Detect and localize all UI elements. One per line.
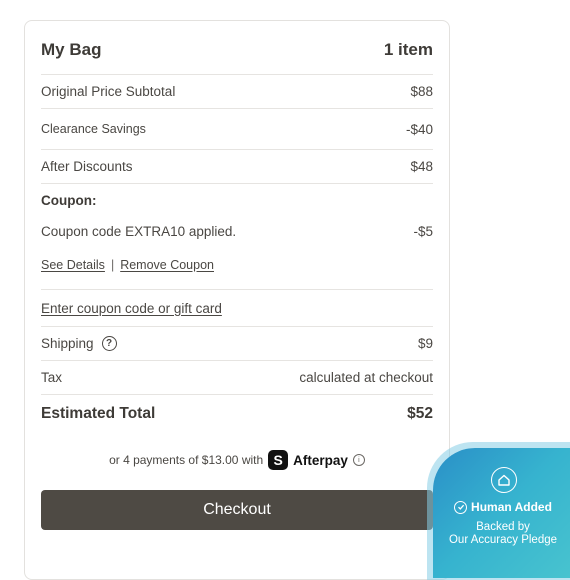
coupon-section: Coupon: Coupon code EXTRA10 applied. -$5…: [41, 184, 433, 290]
accuracy-pledge-badge[interactable]: Human Added Backed by Our Accuracy Pledg…: [433, 448, 570, 578]
enter-coupon-link[interactable]: Enter coupon code or gift card: [41, 301, 222, 316]
info-circle-icon[interactable]: i: [352, 454, 365, 466]
coupon-links-separator: |: [110, 258, 115, 272]
question-circle-icon[interactable]: ?: [101, 336, 117, 352]
afterpay-logo-icon: S: [268, 450, 289, 470]
original-price-row: Original Price Subtotal $88: [41, 75, 433, 109]
afterpay-brand: Afterpay: [293, 452, 348, 468]
tax-label: Tax: [41, 370, 63, 385]
enter-coupon-row: Enter coupon code or gift card: [41, 290, 433, 327]
after-discounts-label: After Discounts: [41, 159, 133, 174]
badge-title: Human Added: [471, 500, 552, 514]
badge-line-1: Backed by: [476, 521, 530, 533]
coupon-applied-value: -$5: [413, 223, 433, 239]
estimated-total-value: $52: [407, 404, 433, 422]
estimated-total-row: Estimated Total $52: [41, 395, 433, 432]
remove-coupon-link[interactable]: Remove Coupon: [120, 258, 214, 272]
after-discounts-value: $48: [410, 159, 433, 174]
afterpay-message: or 4 payments of $13.00 with S Afterpay …: [41, 449, 433, 471]
shipping-row: Shipping? $9: [41, 327, 433, 361]
original-price-label: Original Price Subtotal: [41, 84, 176, 99]
tax-row: Tax calculated at checkout: [41, 361, 433, 395]
home-icon: [491, 467, 517, 493]
bag-summary-content: My Bag 1 item Original Price Subtotal $8…: [41, 21, 433, 530]
clearance-savings-row: Clearance Savings -$40: [41, 109, 433, 150]
coupon-links: See Details | Remove Coupon: [41, 258, 433, 276]
original-price-value: $88: [410, 84, 433, 99]
tax-value: calculated at checkout: [299, 370, 433, 385]
estimated-total-label: Estimated Total: [41, 404, 156, 422]
clearance-savings-value: -$40: [405, 121, 433, 137]
bag-summary-card: My Bag 1 item Original Price Subtotal $8…: [24, 20, 450, 580]
shipping-label: Shipping: [41, 335, 94, 351]
bag-item-count: 1 item: [383, 39, 433, 59]
see-details-link[interactable]: See Details: [41, 258, 105, 272]
coupon-title: Coupon:: [41, 193, 97, 208]
shipping-value: $9: [417, 336, 433, 351]
after-discounts-row: After Discounts $48: [41, 150, 433, 184]
badge-line-2: Our Accuracy Pledge: [448, 534, 558, 546]
coupon-applied-text: Coupon code EXTRA10 applied.: [41, 223, 237, 239]
badge-title-row: Human Added: [433, 500, 570, 514]
afterpay-text: or 4 payments of $13.00 with: [109, 453, 264, 467]
bag-header: My Bag 1 item: [41, 21, 433, 75]
coupon-applied-row: Coupon code EXTRA10 applied. -$5: [41, 221, 433, 241]
checkout-button[interactable]: Checkout: [41, 490, 433, 530]
shipping-label-group: Shipping?: [41, 336, 117, 352]
clearance-savings-label: Clearance Savings: [41, 122, 146, 136]
check-circle-icon: [454, 500, 468, 514]
bag-title: My Bag: [41, 39, 102, 59]
